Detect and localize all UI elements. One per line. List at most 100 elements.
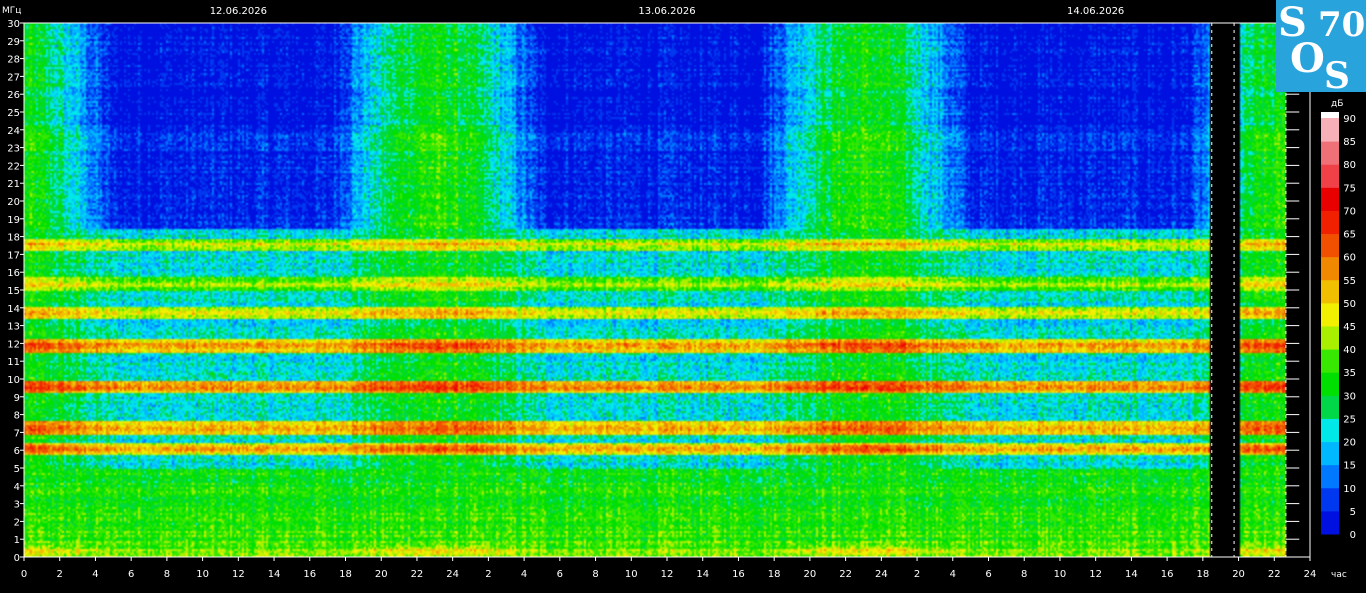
x-tick-label: 24 — [1304, 569, 1317, 580]
y-tick-label: 13 — [7, 322, 20, 333]
date-label: 13.06.2026 — [638, 6, 695, 17]
y-tick-label: 20 — [7, 197, 20, 208]
x-tick-label: 22 — [839, 569, 852, 580]
x-tick-label: 14 — [268, 569, 281, 580]
logo-number-70: 70 — [1318, 5, 1365, 45]
x-tick-label: 12 — [1089, 569, 1102, 580]
y-tick-label: 21 — [7, 179, 20, 190]
colorbar-segment — [1321, 302, 1339, 327]
colorbar-tick-label: 55 — [1343, 276, 1356, 287]
x-tick-label: 16 — [303, 569, 316, 580]
x-tick-label: 4 — [92, 569, 98, 580]
x-unit-label: час — [1331, 570, 1347, 580]
x-tick-label: 8 — [1021, 569, 1027, 580]
x-tick-label: 24 — [875, 569, 888, 580]
colorbar-tick-label: 50 — [1343, 299, 1356, 310]
colorbar-tick-label: 25 — [1343, 414, 1356, 425]
colorbar-tick-label: 35 — [1343, 368, 1356, 379]
colorbar-unit-label: дБ — [1331, 99, 1343, 109]
y-tick-label: 8 — [14, 411, 20, 422]
x-tick-label: 10 — [625, 569, 638, 580]
colorbar-segment — [1321, 326, 1339, 350]
y-tick-label: 18 — [7, 233, 20, 244]
y-tick-label: 4 — [14, 482, 20, 493]
y-tick-label: 15 — [7, 286, 20, 297]
colorbar-tick-label: 75 — [1343, 183, 1356, 194]
sos70-logo: S O S 70 — [1276, 0, 1366, 97]
y-tick-label: 12 — [7, 339, 20, 350]
date-label: 12.06.2026 — [210, 6, 267, 17]
colorbar-segment — [1321, 210, 1339, 235]
spectrogram-view: 0 1 2 3 4 5 6 7 8 9 10 11 12 13 14 15 16 17 18 19 20 21 22 23 24… — [0, 0, 1366, 589]
y-tick-label: 17 — [7, 250, 20, 261]
colorbar-segment — [1321, 464, 1339, 489]
x-tick-label: 18 — [768, 569, 781, 580]
colorbar-tick-label: 15 — [1343, 461, 1356, 472]
y-tick-label: 25 — [7, 108, 20, 119]
x-tick-label: 18 — [339, 569, 352, 580]
y-tick-label: 26 — [7, 90, 20, 101]
x-tick-label: 24 — [446, 569, 459, 580]
colorbar-segment — [1321, 510, 1339, 535]
colorbar-segment — [1321, 441, 1339, 466]
y-tick-label: 5 — [14, 464, 20, 475]
colorbar-tick-label: 45 — [1343, 322, 1356, 333]
colorbar-tick-label: 10 — [1343, 484, 1356, 495]
x-tick-label: 20 — [804, 569, 817, 580]
colorbar-tick-label: 20 — [1343, 438, 1356, 449]
colorbar-tick-label: 60 — [1343, 253, 1356, 264]
x-tick-label: 6 — [128, 569, 134, 580]
x-tick-label: 16 — [732, 569, 745, 580]
x-tick-label: 10 — [196, 569, 209, 580]
y-unit-label: МГц — [2, 6, 21, 16]
spectrogram-image — [24, 23, 1294, 557]
x-tick-label: 22 — [411, 569, 424, 580]
y-tick-label: 19 — [7, 215, 20, 226]
colorbar-segment — [1321, 418, 1339, 443]
y-tick-label: 2 — [14, 517, 20, 528]
x-tick-label: 14 — [696, 569, 709, 580]
colorbar-segment — [1321, 187, 1339, 211]
colorbar-tick-label: 5 — [1350, 507, 1356, 518]
y-tick-label: 7 — [14, 428, 20, 439]
x-tick-label: 18 — [1196, 569, 1209, 580]
x-tick-label: 4 — [521, 569, 527, 580]
colorbar-segment — [1321, 395, 1339, 419]
y-tick-label: 9 — [14, 393, 20, 404]
colorbar-segment — [1321, 233, 1339, 258]
colorbar-segment — [1321, 112, 1339, 118]
y-tick-label: 27 — [7, 72, 20, 83]
colorbar-tick-label: 30 — [1343, 391, 1356, 402]
colorbar-tick-label: 70 — [1343, 206, 1356, 217]
y-tick-label: 24 — [7, 126, 20, 137]
y-tick-label: 28 — [7, 55, 20, 66]
y-tick-label: 3 — [14, 500, 20, 511]
colorbar-tick-label: 85 — [1343, 137, 1356, 148]
colorbar-segment — [1321, 141, 1339, 165]
x-tick-label: 20 — [1232, 569, 1245, 580]
x-tick-label: 2 — [57, 569, 63, 580]
colorbar-segment — [1321, 349, 1339, 373]
spectrogram-chart: 0123456789101112131415161718192021222324… — [0, 0, 1366, 589]
colorbar-segment — [1321, 279, 1339, 304]
colorbar-segment — [1321, 487, 1339, 512]
colorbar-segment — [1321, 372, 1339, 396]
logo-letter-s2: S — [1324, 55, 1350, 97]
x-tick-label: 4 — [950, 569, 956, 580]
x-tick-label: 8 — [164, 569, 170, 580]
y-tick-label: 30 — [7, 19, 20, 30]
x-tick-label: 12 — [661, 569, 674, 580]
x-tick-label: 6 — [985, 569, 991, 580]
x-tick-label: 8 — [592, 569, 598, 580]
y-tick-label: 11 — [7, 357, 20, 368]
colorbar-segment — [1321, 256, 1339, 281]
x-tick-label: 20 — [375, 569, 388, 580]
colorbar-tick-label: 80 — [1343, 160, 1356, 171]
y-tick-label: 16 — [7, 268, 20, 279]
y-tick-label: 6 — [14, 446, 20, 457]
x-tick-label: 14 — [1125, 569, 1138, 580]
x-tick-label: 2 — [914, 569, 920, 580]
x-tick-label: 6 — [557, 569, 563, 580]
y-tick-label: 23 — [7, 144, 20, 155]
x-tick-label: 16 — [1161, 569, 1174, 580]
